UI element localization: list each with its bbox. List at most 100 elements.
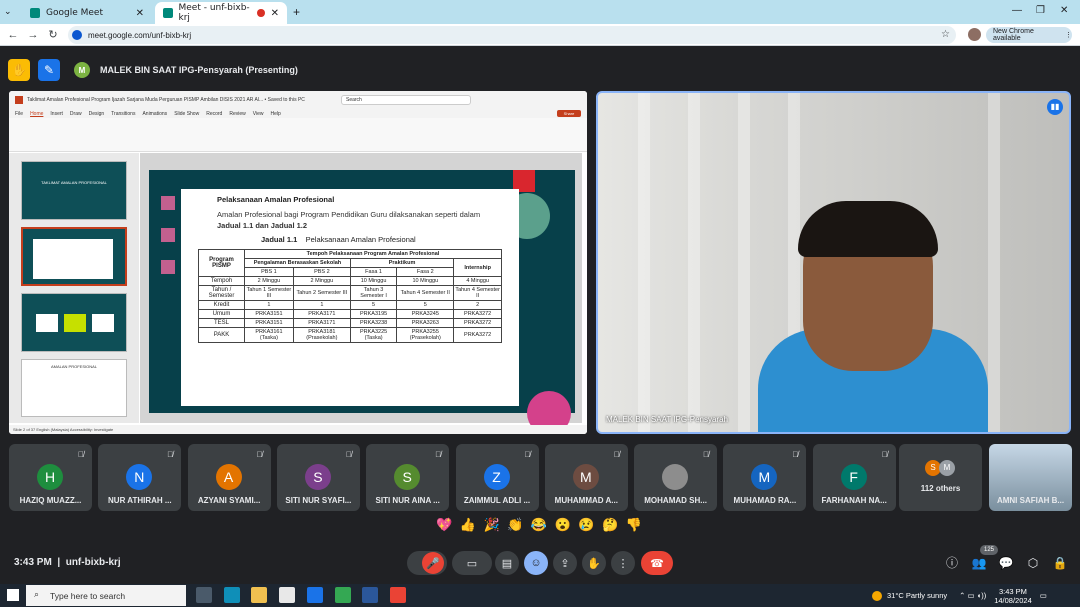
- pp-menu-item[interactable]: Review: [229, 111, 245, 117]
- minimize-icon[interactable]: —: [1012, 5, 1022, 16]
- pp-menu-item[interactable]: Transitions: [111, 111, 135, 117]
- windows-start-icon[interactable]: [7, 589, 19, 601]
- th-internship: Internship: [453, 258, 502, 277]
- tab-google-meet[interactable]: Google Meet ✕: [22, 2, 152, 24]
- word-icon[interactable]: [362, 587, 378, 603]
- participant-tile[interactable]: N 🎙̸ NUR ATHIRAH ...: [98, 444, 182, 511]
- participant-tile[interactable]: F 🎙̸ FARHANAH NA...: [812, 444, 896, 511]
- table-cell: PRKA3225 (Taska): [349, 327, 398, 343]
- participant-tile[interactable]: Z 🎙̸ ZAIMMUL ADLI ...: [455, 444, 539, 511]
- clock[interactable]: 3:43 PM 14/08/2024: [994, 587, 1032, 605]
- slide-deco-square: [161, 260, 175, 274]
- participant-name: SITI NUR AINA ...: [375, 496, 440, 505]
- pp-menu-item[interactable]: Design: [89, 111, 105, 117]
- slide-thumb-4[interactable]: AMALAN PROFESIONAL: [21, 359, 127, 417]
- pp-menu-item[interactable]: Insert: [50, 111, 63, 117]
- mail-icon[interactable]: [307, 587, 323, 603]
- participant-tile[interactable]: S 🎙̸ SITI NUR AINA ...: [366, 444, 450, 511]
- address-bar[interactable]: meet.google.com/unf-bixb-krj: [68, 26, 956, 44]
- tab-close-icon[interactable]: ✕: [136, 8, 144, 19]
- present-icon: ⇪: [560, 557, 570, 570]
- activities-icon[interactable]: ⬡: [1025, 555, 1041, 571]
- pp-menu-item[interactable]: Slide Show: [174, 111, 199, 117]
- chrome-icon[interactable]: [335, 587, 351, 603]
- leave-call-button[interactable]: ☎: [641, 551, 673, 575]
- thumb-card: [33, 239, 113, 279]
- tray-icons[interactable]: ⌃ ▭ ◖)): [959, 591, 986, 600]
- more-options-button[interactable]: ⋮: [611, 551, 635, 575]
- reaction-emoji-button[interactable]: 💖: [436, 517, 452, 539]
- window-close-icon[interactable]: ✕: [1060, 5, 1068, 16]
- new-tab-plus-icon[interactable]: +: [293, 5, 300, 19]
- participant-tile[interactable]: M 🎙̸ MUHAMAD RA...: [723, 444, 807, 511]
- site-info-icon[interactable]: [72, 30, 82, 40]
- blind-slat: [988, 93, 1000, 432]
- raise-hand-button[interactable]: ✋: [582, 551, 606, 575]
- participant-tile-video[interactable]: AMNI SAFIAH B...: [989, 444, 1072, 511]
- host-controls-icon[interactable]: 🔒: [1052, 555, 1068, 571]
- pp-menu-item[interactable]: Draw: [70, 111, 82, 117]
- tab-close-icon[interactable]: ✕: [271, 8, 279, 19]
- bookmark-star-icon[interactable]: ☆: [941, 29, 950, 40]
- table-cell: PRKA3272: [453, 327, 502, 343]
- pp-menu-item[interactable]: Help: [270, 111, 280, 117]
- chrome-active-icon[interactable]: [390, 587, 406, 603]
- pp-share-button[interactable]: Share: [557, 110, 581, 117]
- reaction-emoji-button[interactable]: 👏: [507, 517, 523, 539]
- reaction-emoji-button[interactable]: 🎉: [483, 517, 499, 539]
- meeting-info-icon[interactable]: ⓘ: [944, 555, 960, 571]
- reaction-emoji-button[interactable]: 😮: [555, 517, 571, 539]
- participant-tile[interactable]: M 🎙̸ MUHAMMAD A...: [544, 444, 628, 511]
- participant-name: AZYANI SYAMI...: [197, 496, 261, 505]
- slide-deco-square: [161, 228, 175, 242]
- edge-icon[interactable]: [224, 587, 240, 603]
- annotate-pen-icon[interactable]: ✎: [38, 59, 60, 81]
- mic-toggle[interactable]: 🎤: [407, 551, 447, 575]
- profile-avatar[interactable]: [968, 28, 981, 41]
- emoji-button[interactable]: ☺: [524, 551, 548, 575]
- others-tile[interactable]: S M 112 others: [899, 444, 982, 511]
- reaction-emoji-button[interactable]: 👎: [626, 517, 642, 539]
- url-text: meet.google.com/unf-bixb-krj: [88, 30, 192, 40]
- new-chrome-button[interactable]: New Chrome available ⋮: [986, 27, 1072, 43]
- slide-thumb-3[interactable]: [21, 293, 127, 352]
- participant-tile[interactable]: H 🎙̸ HAZIQ MUAZZ...: [9, 444, 92, 511]
- reload-icon[interactable]: ↻: [46, 28, 60, 42]
- forward-icon[interactable]: →: [26, 28, 40, 42]
- pp-menu-item[interactable]: Home: [30, 111, 43, 117]
- reaction-emoji-button[interactable]: 👍: [460, 517, 476, 539]
- restore-icon[interactable]: ❐: [1036, 5, 1045, 16]
- people-icon[interactable]: 👥: [971, 555, 987, 571]
- participant-tile[interactable]: S 🎙̸ SITI NUR SYAFI...: [276, 444, 360, 511]
- slide-thumb-1[interactable]: TAKLIMAT AMALAN PROFESIONAL: [21, 161, 127, 220]
- camera-toggle[interactable]: ▭: [452, 551, 492, 575]
- hand-raise-slide-icon[interactable]: ✋: [8, 59, 30, 81]
- pp-menu-item[interactable]: Animations: [142, 111, 167, 117]
- pp-menu-item[interactable]: File: [15, 111, 23, 117]
- taskbar-search[interactable]: ⌕ Type here to search: [26, 585, 186, 606]
- back-icon[interactable]: ←: [6, 28, 20, 42]
- tab-meet-active[interactable]: Meet - unf-bixb-krj ✕: [155, 2, 287, 24]
- pp-search-box[interactable]: Search: [341, 95, 471, 105]
- meeting-code: unf-bixb-krj: [65, 557, 121, 568]
- chat-icon[interactable]: 💬: [998, 555, 1014, 571]
- current-slide: Pelaksanaan Amalan Profesional Amalan Pr…: [149, 170, 575, 434]
- pp-menu-item[interactable]: View: [253, 111, 264, 117]
- captions-button[interactable]: ▤: [495, 551, 519, 575]
- reaction-emoji-button[interactable]: 😢: [578, 517, 594, 539]
- reaction-emoji-button[interactable]: 😂: [531, 517, 547, 539]
- speaker-video-tile[interactable]: ▮▮ MALEK BIN SAAT IPG-Pensyarah: [596, 91, 1071, 434]
- weather-text[interactable]: 31°C Partly sunny: [887, 591, 947, 600]
- store-icon[interactable]: [279, 587, 295, 603]
- present-button[interactable]: ⇪: [553, 551, 577, 575]
- task-view-icon[interactable]: [196, 587, 212, 603]
- pp-menu-item[interactable]: Record: [206, 111, 222, 117]
- file-explorer-icon[interactable]: [251, 587, 267, 603]
- slide-thumb-2[interactable]: [21, 227, 127, 286]
- participant-tile[interactable]: 🎙̸ MOHAMAD SH...: [634, 444, 718, 511]
- participant-tile[interactable]: A 🎙̸ AZYANI SYAMI...: [187, 444, 271, 511]
- th-praktikum: Praktikum: [349, 258, 455, 268]
- tab-search-chevron-icon[interactable]: ⌄: [4, 6, 12, 17]
- notifications-icon[interactable]: ▭: [1040, 591, 1047, 600]
- reaction-emoji-button[interactable]: 🤔: [602, 517, 618, 539]
